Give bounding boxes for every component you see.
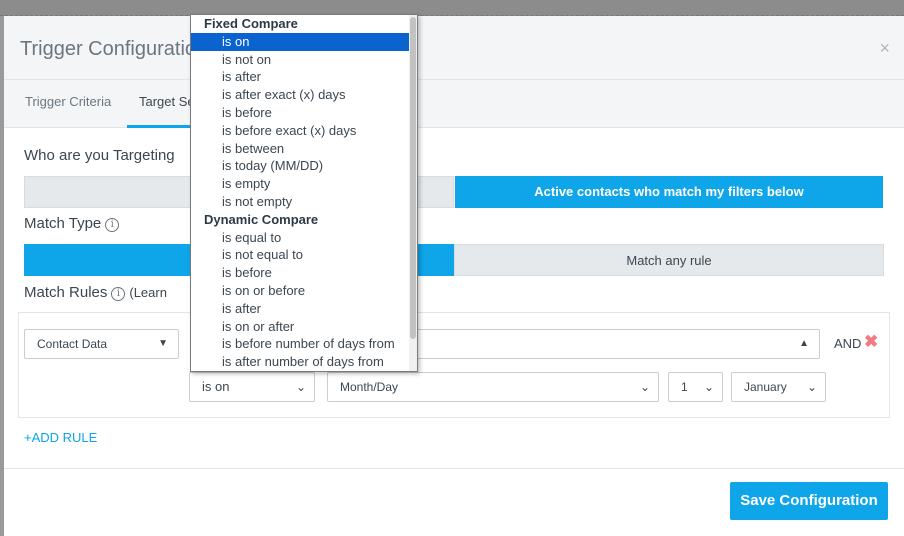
operator-dropdown-list[interactable]: Fixed Compare is on is not on is after i… bbox=[190, 14, 418, 372]
info-icon[interactable]: i bbox=[105, 218, 120, 232]
dropdown-option[interactable]: is after bbox=[191, 300, 417, 318]
compare-format-value: Month/Day bbox=[340, 380, 399, 394]
modal-title: Trigger Configuratio bbox=[20, 38, 197, 60]
dropdown-option[interactable]: is on or after bbox=[191, 318, 417, 336]
match-rules-label: Match Rules bbox=[24, 284, 108, 301]
tab-bar: Trigger Criteria Target Se bbox=[4, 80, 904, 128]
dropdown-option[interactable]: is on bbox=[191, 32, 409, 51]
dropdown-option[interactable]: is equal to bbox=[191, 229, 417, 247]
dropdown-group-label: Dynamic Compare bbox=[204, 211, 319, 227]
tab-trigger-criteria[interactable]: Trigger Criteria bbox=[25, 94, 111, 109]
operator-value: is on bbox=[202, 379, 230, 394]
dropdown-option[interactable]: is after exact (x) days bbox=[191, 86, 417, 104]
caret-up-icon: ▲ bbox=[799, 338, 809, 349]
chevron-down-icon: ⌄ bbox=[639, 380, 650, 394]
close-icon[interactable]: × bbox=[879, 38, 890, 59]
match-type-heading: Match Type i bbox=[24, 215, 120, 232]
add-rule-link[interactable]: +ADD RULE bbox=[24, 430, 97, 445]
dropdown-option[interactable]: is empty bbox=[191, 175, 417, 193]
month-value: January bbox=[744, 380, 787, 394]
dropdown-option[interactable]: is before bbox=[191, 104, 417, 122]
modal-header: Trigger Configuratio × bbox=[4, 16, 904, 80]
caret-down-icon: ▼ bbox=[158, 338, 168, 349]
match-type-option-any[interactable]: Match any rule bbox=[454, 244, 884, 276]
active-tab-indicator bbox=[127, 125, 197, 128]
dropdown-option[interactable]: is on or before bbox=[191, 282, 417, 300]
page-backdrop bbox=[0, 0, 904, 16]
dropdown-scrollbar[interactable] bbox=[409, 15, 417, 371]
dropdown-option[interactable]: is today (MM/DD) bbox=[191, 157, 417, 175]
compare-format-select[interactable]: Month/Day ⌄ bbox=[327, 372, 659, 402]
day-value: 1 bbox=[681, 380, 688, 394]
rule-field-select[interactable]: ▲ bbox=[409, 329, 820, 359]
operator-select[interactable]: is on ⌄ bbox=[189, 372, 315, 402]
info-icon[interactable]: i bbox=[111, 287, 126, 301]
tab-target-settings[interactable]: Target Se bbox=[139, 94, 195, 109]
rule-field-type-value: Contact Data bbox=[37, 337, 108, 351]
chevron-down-icon: ⌄ bbox=[806, 380, 817, 394]
rule-field-type-select[interactable]: Contact Data ▼ bbox=[24, 329, 179, 359]
dropdown-option[interactable]: is not equal to bbox=[191, 246, 417, 264]
learn-more-link[interactable]: (Learn bbox=[129, 285, 167, 300]
dropdown-option[interactable]: is after number of days from bbox=[191, 353, 417, 371]
dropdown-option[interactable]: is before exact (x) days bbox=[191, 122, 417, 140]
match-type-label: Match Type bbox=[24, 215, 102, 232]
save-configuration-button[interactable]: Save Configuration bbox=[730, 482, 888, 520]
dropdown-option[interactable]: is before bbox=[191, 264, 417, 282]
remove-rule-icon[interactable]: ✖ bbox=[864, 332, 878, 352]
targeting-label: Who are you Targeting bbox=[24, 147, 175, 164]
conjunction-label: AND bbox=[834, 336, 862, 351]
dropdown-option[interactable]: is not on bbox=[191, 51, 417, 69]
day-select[interactable]: 1 ⌄ bbox=[668, 372, 723, 402]
dropdown-group-label: Fixed Compare bbox=[204, 16, 298, 31]
dropdown-option[interactable]: is after bbox=[191, 68, 417, 86]
trigger-configuration-modal: Trigger Configuratio × Trigger Criteria … bbox=[4, 16, 904, 536]
scrollbar-thumb[interactable] bbox=[410, 17, 416, 339]
dropdown-option[interactable]: is before number of days from bbox=[191, 335, 417, 353]
chevron-down-icon: ⌄ bbox=[703, 380, 714, 394]
rule-row bbox=[18, 312, 890, 418]
dropdown-option[interactable]: is not empty bbox=[191, 193, 417, 211]
chevron-down-icon: ⌄ bbox=[295, 380, 306, 394]
match-rules-heading: Match Rules i (Learn bbox=[24, 284, 167, 301]
dropdown-option[interactable]: is between bbox=[191, 140, 417, 158]
targeting-option-match-filters[interactable]: Active contacts who match my filters bel… bbox=[455, 176, 883, 208]
month-select[interactable]: January ⌄ bbox=[731, 372, 826, 402]
